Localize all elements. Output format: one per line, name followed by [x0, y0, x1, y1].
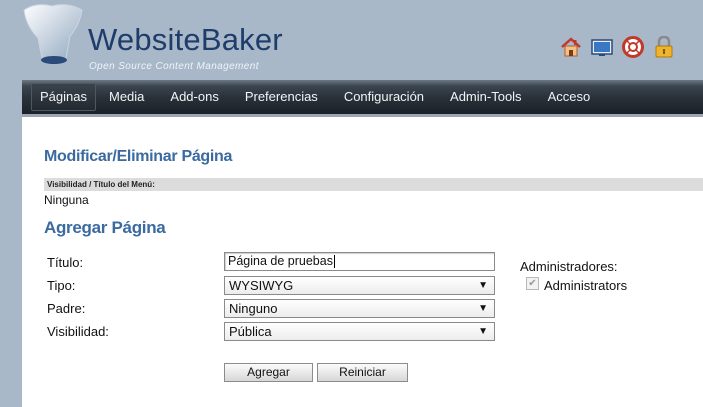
menu-item-preferencias[interactable]: Preferencias	[232, 84, 331, 110]
preview-icon[interactable]	[591, 36, 613, 58]
header-icons	[560, 36, 675, 60]
admins-label: Administradores:	[520, 259, 618, 274]
type-label: Tipo:	[47, 278, 76, 293]
add-button[interactable]: Agregar	[224, 363, 313, 382]
logo-subtitle: Open Source Content Management	[89, 61, 259, 72]
menu-item-configuraci-n[interactable]: Configuración	[331, 84, 437, 110]
pages-table-header: Visibilidad / Título del Menú:	[44, 178, 703, 191]
parent-label: Padre:	[47, 301, 86, 316]
visibility-label: Visibilidad:	[47, 324, 109, 339]
logout-lock-icon[interactable]	[653, 36, 675, 58]
title-label: Título:	[47, 255, 84, 270]
menu-item-p-ginas[interactable]: Páginas	[31, 83, 96, 111]
content-area: Modificar/Eliminar Página Visibilidad / …	[22, 117, 703, 407]
admins-checkbox-label: Administrators	[544, 278, 628, 293]
menu-item-admin-tools[interactable]: Admin-Tools	[437, 84, 535, 110]
add-page-heading: Agregar Página	[44, 218, 166, 237]
main-menu-bar: Páginas Media Add-ons Preferencias Configura…	[22, 80, 703, 117]
reset-button[interactable]: Reiniciar	[317, 363, 408, 382]
visibility-select-value: Pública	[229, 324, 272, 339]
parent-select-value: Ninguno	[229, 301, 278, 316]
type-select[interactable]: WYSIWYG ▼	[224, 276, 495, 295]
menu-item-acceso[interactable]: Acceso	[535, 84, 604, 110]
visibility-select[interactable]: Pública ▼	[224, 322, 495, 341]
header: WebsiteBaker Open Source Content Managem…	[0, 0, 703, 80]
help-icon[interactable]	[622, 36, 644, 58]
parent-select[interactable]: Ninguno ▼	[224, 299, 495, 318]
chevron-down-icon: ▼	[478, 280, 488, 291]
chef-hat-logo-icon	[23, 4, 83, 64]
title-input[interactable]: Página de pruebas	[224, 252, 495, 271]
menu-item-media[interactable]: Media	[96, 84, 157, 110]
type-select-value: WYSIWYG	[229, 278, 294, 293]
logo-title: WebsiteBaker	[88, 22, 283, 57]
title-input-value: Página de pruebas	[228, 254, 333, 268]
pages-empty-text: Ninguna	[44, 193, 89, 207]
chevron-down-icon: ▼	[478, 303, 488, 314]
chevron-down-icon: ▼	[478, 326, 488, 337]
admins-checkbox[interactable]: ✔	[526, 277, 539, 290]
home-icon[interactable]	[560, 36, 582, 58]
modify-pages-heading: Modificar/Eliminar Página	[44, 148, 233, 165]
main-menu: Páginas Media Add-ons Preferencias Configura…	[22, 80, 703, 114]
menu-item-add-ons[interactable]: Add-ons	[157, 84, 231, 110]
